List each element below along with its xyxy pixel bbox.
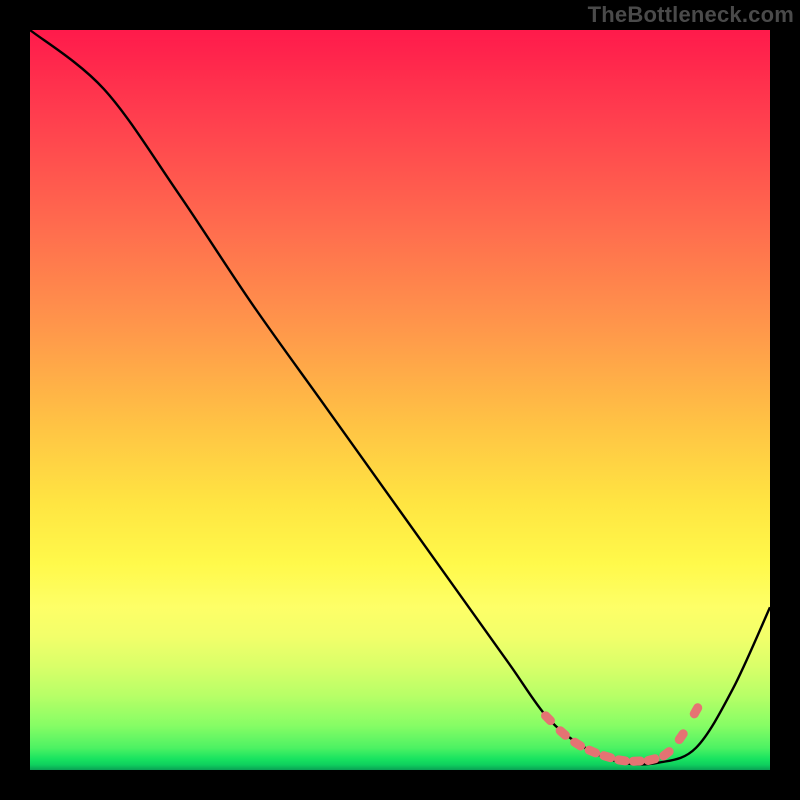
chart-frame: TheBottleneck.com	[0, 0, 800, 800]
watermark-text: TheBottleneck.com	[588, 2, 794, 28]
marker-dot	[673, 728, 689, 746]
marker-dot	[613, 755, 630, 766]
curve-layer	[30, 30, 770, 770]
plot-area	[30, 30, 770, 770]
bottleneck-curve	[30, 30, 770, 764]
marker-dot	[688, 702, 704, 720]
marker-dot	[629, 756, 645, 765]
marker-group	[539, 702, 704, 766]
marker-dot	[583, 744, 601, 759]
